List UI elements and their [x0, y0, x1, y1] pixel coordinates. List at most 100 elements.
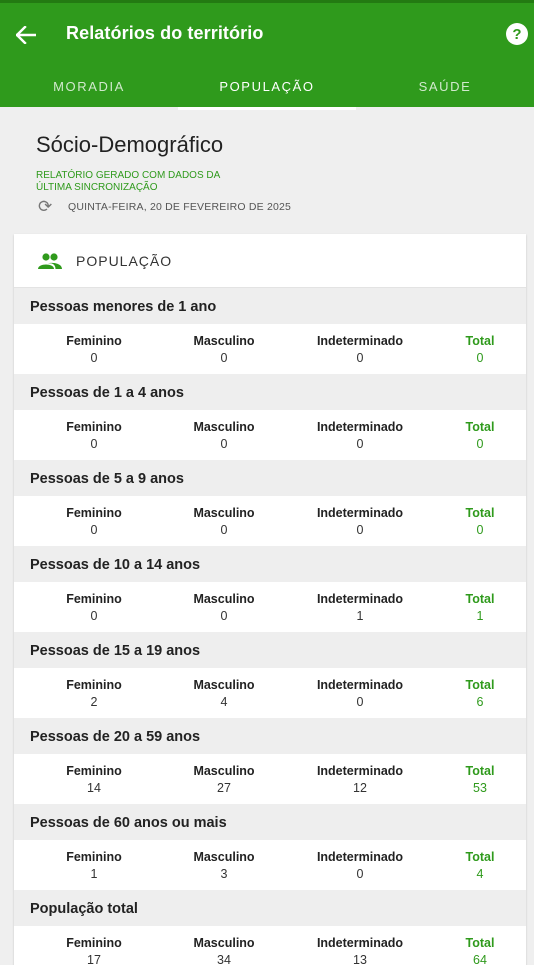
undetermined-count-cell: Indeterminado 0: [312, 334, 408, 365]
undetermined-count: 0: [356, 351, 364, 365]
male-label: Masculino: [193, 592, 255, 606]
female-label: Feminino: [66, 678, 122, 692]
male-count: 0: [220, 351, 228, 365]
group-row: Feminino 14 Masculino 27 Indeterminado 12 Tota…: [14, 754, 526, 804]
total-count-cell: Total 0: [460, 506, 500, 537]
total-count: 1: [476, 609, 484, 623]
total-label: Total: [465, 936, 495, 950]
group-list: Pessoas menores de 1 ano Feminino 0 Masculi…: [14, 288, 526, 965]
group-title: Pessoas de 5 a 9 anos: [14, 460, 526, 496]
male-count-cell: Masculino 0: [188, 420, 260, 451]
undetermined-label: Indeterminado: [316, 420, 404, 434]
undetermined-count: 13: [353, 953, 367, 965]
male-count: 0: [220, 523, 228, 537]
population-card: POPULAÇÃO Pessoas menores de 1 ano Femini…: [14, 234, 526, 965]
total-count-cell: Total 6: [460, 678, 500, 709]
male-label: Masculino: [193, 506, 255, 520]
male-label: Masculino: [193, 420, 255, 434]
page-title: Relatórios do território: [66, 23, 264, 43]
female-count-cell: Feminino 17: [66, 936, 122, 965]
toolbar: Relatórios do território ?: [0, 3, 534, 65]
undetermined-label: Indeterminado: [316, 678, 404, 692]
male-label: Masculino: [193, 850, 255, 864]
male-count-cell: Masculino 34: [188, 936, 260, 965]
male-label: Masculino: [193, 678, 255, 692]
male-count: 3: [220, 867, 228, 881]
female-label: Feminino: [66, 592, 122, 606]
female-count: 17: [87, 953, 101, 965]
total-label: Total: [465, 764, 495, 778]
people-icon: [38, 252, 62, 269]
group-row: Feminino 17 Masculino 34 Indeterminado 13 Tota…: [14, 926, 526, 965]
total-count: 0: [476, 437, 484, 451]
female-count: 0: [90, 609, 98, 623]
male-count-cell: Masculino 3: [188, 850, 260, 881]
undetermined-count-cell: Indeterminado 0: [312, 850, 408, 881]
total-count-cell: Total 4: [460, 850, 500, 881]
female-count: 0: [90, 437, 98, 451]
undetermined-count: 0: [356, 523, 364, 537]
undetermined-label: Indeterminado: [316, 592, 404, 606]
male-label: Masculino: [193, 334, 255, 348]
female-count: 2: [90, 695, 98, 709]
female-label: Feminino: [66, 850, 122, 864]
sync-row: ⟳ QUINTA-FEIRA, 20 DE FEVEREIRO DE 2025: [38, 198, 291, 216]
undetermined-label: Indeterminado: [316, 850, 404, 864]
arrow-left-icon[interactable]: [12, 21, 40, 49]
group-row: Feminino 0 Masculino 0 Indeterminado 0 Total 0: [14, 324, 526, 374]
male-count: 27: [217, 781, 231, 795]
female-count: 0: [90, 351, 98, 365]
undetermined-count: 0: [356, 437, 364, 451]
tab-moradia[interactable]: MORADIA: [0, 65, 178, 107]
undetermined-count-cell: Indeterminado 0: [312, 420, 408, 451]
total-count: 6: [476, 695, 484, 709]
female-count: 1: [90, 867, 98, 881]
undetermined-label: Indeterminado: [316, 764, 404, 778]
app-bar: Relatórios do território ? MORADIA POPUL…: [0, 0, 534, 110]
group-title: Pessoas de 20 a 59 anos: [14, 718, 526, 754]
group-title: Pessoas menores de 1 ano: [14, 288, 526, 324]
male-count-cell: Masculino 0: [188, 506, 260, 537]
female-count-cell: Feminino 0: [66, 420, 122, 451]
female-count-cell: Feminino 14: [66, 764, 122, 795]
group-row: Feminino 1 Masculino 3 Indeterminado 0 Total 4: [14, 840, 526, 890]
group-title: Pessoas de 60 anos ou mais: [14, 804, 526, 840]
female-label: Feminino: [66, 420, 122, 434]
undetermined-count: 1: [356, 609, 364, 623]
total-label: Total: [465, 678, 495, 692]
undetermined-count: 0: [356, 695, 364, 709]
undetermined-count-cell: Indeterminado 0: [312, 678, 408, 709]
undetermined-count-cell: Indeterminado 13: [312, 936, 408, 965]
undetermined-count-cell: Indeterminado 1: [312, 592, 408, 623]
report-header: Sócio-Demográfico RELATÓRIO GERADO COM D…: [36, 132, 291, 216]
male-count: 0: [220, 437, 228, 451]
sync-note: RELATÓRIO GERADO COM DADOS DA ÚLTIMA SIN…: [36, 170, 220, 193]
total-count: 4: [476, 867, 484, 881]
tab-bar: MORADIA POPULAÇÃO SAÚDE: [0, 65, 534, 110]
male-count-cell: Masculino 4: [188, 678, 260, 709]
total-count-cell: Total 0: [460, 420, 500, 451]
group-title: Pessoas de 10 a 14 anos: [14, 546, 526, 582]
male-count: 34: [217, 953, 231, 965]
female-count-cell: Feminino 0: [66, 506, 122, 537]
help-circle-icon[interactable]: ?: [506, 23, 528, 45]
group-row: Feminino 2 Masculino 4 Indeterminado 0 Total 6: [14, 668, 526, 718]
female-count: 14: [87, 781, 101, 795]
total-count: 64: [473, 953, 487, 965]
male-count-cell: Masculino 0: [188, 592, 260, 623]
group-title: Pessoas de 15 a 19 anos: [14, 632, 526, 668]
male-label: Masculino: [193, 764, 255, 778]
female-count-cell: Feminino 1: [66, 850, 122, 881]
undetermined-count: 12: [353, 781, 367, 795]
total-label: Total: [465, 506, 495, 520]
total-label: Total: [465, 334, 495, 348]
group-row: Feminino 0 Masculino 0 Indeterminado 1 Total 1: [14, 582, 526, 632]
male-count: 0: [220, 609, 228, 623]
undetermined-count-cell: Indeterminado 12: [312, 764, 408, 795]
total-count: 0: [476, 523, 484, 537]
total-count-cell: Total 64: [460, 936, 500, 965]
tab-populacao[interactable]: POPULAÇÃO: [178, 65, 356, 110]
male-count-cell: Masculino 27: [188, 764, 260, 795]
tab-saude[interactable]: SAÚDE: [356, 65, 534, 107]
undetermined-count: 0: [356, 867, 364, 881]
